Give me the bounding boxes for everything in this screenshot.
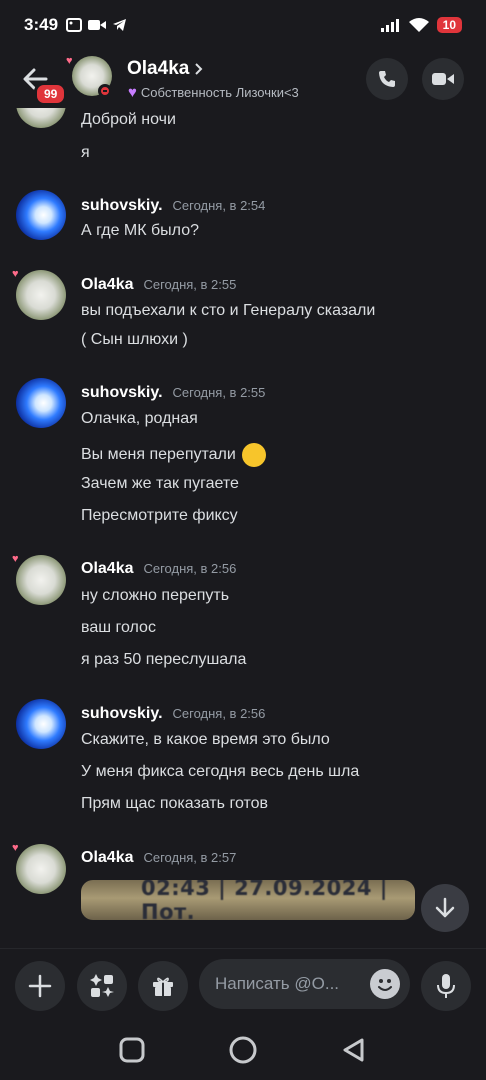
author-name[interactable]: suhovskiy.	[81, 705, 163, 723]
heart-decoration-icon: ♥	[12, 268, 19, 280]
avatar[interactable]	[16, 378, 66, 428]
video-call-button[interactable]	[422, 58, 464, 100]
author-name[interactable]: suhovskiy.	[81, 197, 163, 215]
message-composer: Написать @O...	[0, 948, 486, 1020]
avatar[interactable]	[16, 844, 66, 894]
message-timestamp: Сегодня, в 2:56	[172, 706, 266, 721]
heart-decoration-icon: ♥	[12, 553, 19, 565]
message-list[interactable]: Доброй ночи я suhovskiy. Сегодня, в 2:54…	[0, 108, 486, 948]
attachment-overlay-text: 02:43 | 27.09.2024 | Пот.	[141, 880, 388, 920]
avatar[interactable]	[16, 190, 66, 240]
purple-heart-icon: ♥	[128, 84, 137, 101]
message-timestamp: Сегодня, в 2:57	[143, 850, 237, 865]
battery-indicator: 10	[436, 17, 462, 33]
signal-icon	[380, 19, 399, 32]
add-attachment-button[interactable]	[15, 961, 65, 1011]
message-text: я раз 50 переслушала	[81, 651, 247, 668]
avatar[interactable]	[16, 108, 66, 128]
emoji-picker-button[interactable]	[370, 969, 400, 999]
video-notification-icon	[88, 20, 107, 30]
author-name[interactable]: suhovskiy.	[81, 384, 163, 402]
message-text: я	[81, 144, 90, 161]
message-header: Ola4ka Сегодня, в 2:57	[81, 849, 236, 867]
avatar[interactable]	[16, 270, 66, 320]
message-text: ну сложно перепуть	[81, 587, 230, 604]
system-navigation-bar	[0, 1020, 486, 1080]
message-text: У меня фикса сегодня весь день шла	[81, 763, 360, 780]
voice-message-button[interactable]	[421, 961, 471, 1011]
telegram-icon	[113, 19, 127, 31]
message-text: Зачем же так пугаете	[81, 475, 239, 492]
arrow-down-icon	[435, 897, 455, 918]
status-time: 3:49	[24, 15, 59, 34]
recent-apps-button[interactable]	[118, 1036, 146, 1064]
phone-icon	[379, 71, 395, 87]
gift-icon	[153, 977, 173, 996]
video-camera-icon	[432, 73, 454, 85]
message-text: ваш голос	[81, 619, 156, 636]
jump-to-bottom-button[interactable]	[421, 884, 469, 932]
avatar[interactable]	[16, 555, 66, 605]
message-timestamp: Сегодня, в 2:55	[172, 385, 266, 400]
dnd-status-icon	[98, 84, 112, 98]
microphone-icon	[437, 974, 455, 998]
image-notification-icon	[66, 18, 83, 32]
home-button[interactable]	[228, 1035, 258, 1065]
back-nav-button[interactable]	[340, 1036, 368, 1064]
apps-icon	[90, 974, 114, 997]
message-text: Скажите, в какое время это было	[81, 731, 330, 748]
voice-call-button[interactable]	[366, 58, 408, 100]
custom-status: ♥ Собственность Лизочки<3	[128, 84, 299, 101]
user-name-button[interactable]: Ola4ka	[127, 58, 203, 80]
message-header: Ola4ka Сегодня, в 2:56	[81, 560, 236, 578]
wifi-icon	[408, 17, 429, 32]
plus-icon	[28, 974, 52, 998]
message-header: suhovskiy. Сегодня, в 2:55	[81, 384, 265, 402]
status-bar: 3:49 10	[0, 0, 486, 50]
heart-decoration-icon: ♥	[12, 842, 19, 854]
message-text: Олачка, родная	[81, 410, 198, 427]
smile-icon	[378, 979, 392, 991]
message-text: ( Сын шлюхи )	[81, 331, 188, 348]
message-text: Доброй ночи	[81, 111, 176, 128]
message-header: suhovskiy. Сегодня, в 2:54	[81, 197, 265, 215]
message-text: Пересмотрите фиксу	[81, 507, 238, 524]
message-timestamp: Сегодня, в 2:56	[143, 561, 237, 576]
message-header: Ola4ka Сегодня, в 2:55	[81, 276, 236, 294]
chevron-right-icon	[195, 63, 203, 75]
sweat-smile-emoji-icon	[242, 443, 267, 467]
message-timestamp: Сегодня, в 2:55	[143, 277, 237, 292]
unread-badge: 99	[34, 82, 68, 106]
video-attachment[interactable]: 02:43 | 27.09.2024 | Пот.	[81, 880, 415, 920]
message-input[interactable]: Написать @O...	[199, 959, 410, 1009]
heart-decoration-icon: ♥	[66, 55, 73, 67]
author-name[interactable]: Ola4ka	[81, 849, 133, 867]
avatar[interactable]	[16, 699, 66, 749]
message-text: Вы меня перепутали	[81, 443, 267, 467]
message-timestamp: Сегодня, в 2:54	[172, 198, 266, 213]
chat-header: 99 ♥ Ola4ka ♥ Собственность Лизочки<3	[0, 50, 486, 108]
gift-button[interactable]	[138, 961, 188, 1011]
message-text: А где МК было?	[81, 222, 199, 239]
author-name[interactable]: Ola4ka	[81, 560, 133, 578]
message-text: Прям щас показать готов	[81, 795, 269, 812]
message-header: suhovskiy. Сегодня, в 2:56	[81, 705, 265, 723]
apps-button[interactable]	[77, 961, 127, 1011]
author-name[interactable]: Ola4ka	[81, 276, 133, 294]
message-text: вы подъехали к сто и Генералу сказали	[81, 302, 376, 319]
